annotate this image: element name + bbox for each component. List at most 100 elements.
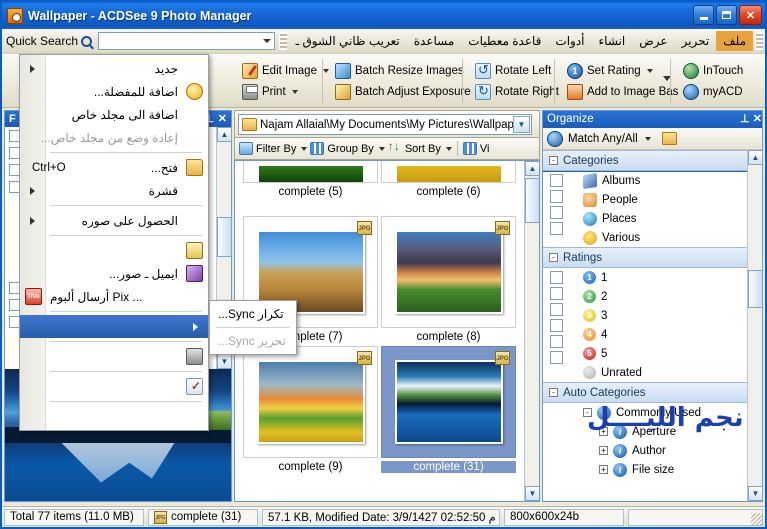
menu-item-help[interactable]: مساعدة bbox=[407, 31, 462, 51]
collapse-icon[interactable]: - bbox=[549, 156, 558, 165]
tree-item-people[interactable]: People bbox=[569, 190, 762, 209]
group-by-button[interactable]: Group By bbox=[310, 142, 385, 155]
submenu-item-repeat-sync[interactable]: تكرار Sync... bbox=[210, 303, 296, 325]
expand-icon[interactable]: + bbox=[599, 465, 608, 474]
scrollbar-thumb[interactable] bbox=[217, 217, 232, 257]
scroll-down-button[interactable]: ▼ bbox=[217, 354, 232, 369]
checkbox[interactable] bbox=[549, 190, 563, 203]
tree-item-rating-4[interactable]: 4 4 bbox=[569, 325, 762, 344]
menu-grip[interactable] bbox=[755, 32, 763, 50]
checkbox[interactable] bbox=[549, 271, 563, 284]
menu-item-acquire-image[interactable]: الحصول على صوره bbox=[20, 209, 208, 232]
menu-item-sync[interactable] bbox=[20, 315, 208, 338]
tree-item-various[interactable]: Various bbox=[569, 228, 762, 247]
checkbox[interactable] bbox=[549, 174, 563, 187]
menu-item-publish-to-tivo[interactable]: TiVo أرسال ألبوم Pix ... bbox=[20, 285, 208, 308]
thumbnail-image-selected[interactable]: JPG bbox=[381, 346, 516, 458]
menu-item-edit[interactable]: تحرير bbox=[675, 31, 717, 51]
menu-item-print[interactable] bbox=[20, 345, 208, 368]
checkbox[interactable] bbox=[549, 351, 563, 364]
scroll-up-button[interactable]: ▲ bbox=[748, 150, 763, 165]
add-to-image-basket-button[interactable]: Add to Image Bas bbox=[564, 83, 681, 101]
file-menu-dropdown[interactable]: جديد اضافة للمفضلة... اضافة الى مجلد خاص… bbox=[19, 54, 209, 431]
chevron-down-icon[interactable] bbox=[301, 146, 308, 151]
menu-item-open[interactable]: فتح... Ctrl+O bbox=[20, 156, 208, 179]
expand-icon[interactable]: + bbox=[599, 427, 608, 436]
view-button[interactable]: Vi bbox=[462, 142, 489, 155]
thumbnail-image[interactable] bbox=[243, 161, 378, 183]
group-header-auto-categories[interactable]: - Auto Categories bbox=[543, 382, 762, 403]
menu-item-create[interactable]: انشاء bbox=[592, 31, 633, 51]
chevron-down-icon[interactable] bbox=[262, 39, 271, 43]
new-folder-icon[interactable] bbox=[661, 132, 677, 145]
menu-item-database[interactable]: قاعدة معطيات bbox=[461, 31, 548, 51]
thumbnail-scrollbar[interactable]: ▲ ▼ bbox=[524, 161, 539, 501]
tree-item-author[interactable]: + i Author bbox=[569, 441, 762, 460]
checkbox[interactable] bbox=[549, 206, 563, 219]
scroll-up-button[interactable]: ▲ bbox=[217, 127, 232, 142]
tree-item-commonly-used[interactable]: - i Commonly Used bbox=[569, 403, 762, 422]
tree-item-file-size[interactable]: + i File size bbox=[569, 460, 762, 479]
tree-item-rating-2[interactable]: 2 2 bbox=[569, 287, 762, 306]
close-button[interactable]: ✕ bbox=[739, 5, 762, 25]
sort-by-button[interactable]: Sort By bbox=[388, 139, 452, 155]
scroll-up-button[interactable]: ▲ bbox=[525, 161, 539, 176]
checkbox[interactable] bbox=[549, 287, 563, 300]
tree-item-rating-unrated[interactable]: Unrated bbox=[569, 363, 762, 382]
tree-item-aperture[interactable]: + i Aperture bbox=[569, 422, 762, 441]
chevron-down-icon[interactable] bbox=[646, 68, 653, 73]
expand-icon[interactable]: + bbox=[599, 446, 608, 455]
edit-image-button[interactable]: Edit Image bbox=[239, 62, 332, 80]
collapse-icon[interactable]: - bbox=[549, 388, 558, 397]
maximize-button[interactable] bbox=[716, 5, 737, 25]
chevron-down-icon[interactable] bbox=[445, 146, 452, 151]
scroll-down-button[interactable]: ▼ bbox=[748, 486, 763, 501]
group-header-ratings[interactable]: - Ratings bbox=[543, 247, 762, 268]
rotate-right-button[interactable]: Rotate Right bbox=[472, 83, 562, 101]
group-header-categories[interactable]: - Categories bbox=[543, 150, 762, 172]
chevron-down-icon[interactable] bbox=[378, 146, 385, 151]
print-button[interactable]: Print bbox=[239, 83, 332, 101]
checkbox[interactable] bbox=[549, 222, 563, 235]
collapse-icon[interactable]: - bbox=[549, 253, 558, 262]
close-icon[interactable]: ✕ bbox=[753, 113, 762, 125]
menu-item-tools[interactable]: أدوات bbox=[548, 31, 591, 51]
menu-item-localization-credit[interactable]: تعريب ظاني الشوق ـ bbox=[289, 31, 407, 51]
tree-item-rating-1[interactable]: 1 1 bbox=[569, 268, 762, 287]
filter-by-button[interactable]: Filter By bbox=[239, 142, 308, 155]
thumbnail-item[interactable]: complete (6) bbox=[381, 161, 516, 198]
tree-item-places[interactable]: Places bbox=[569, 209, 762, 228]
batch-adjust-exposure-button[interactable]: Batch Adjust Exposure bbox=[332, 83, 474, 101]
myacd-button[interactable]: myACD bbox=[680, 83, 746, 101]
thumbnail-item[interactable]: JPG complete (9) bbox=[243, 346, 378, 473]
path-input[interactable]: Najam Allaial\My Documents\My Pictures\W… bbox=[238, 114, 532, 135]
thumbnail-image[interactable] bbox=[381, 161, 516, 183]
search-grip[interactable] bbox=[278, 32, 287, 50]
menu-item-add-to-private-folder[interactable]: اضافة الى مجلد خاص bbox=[20, 103, 208, 126]
checkbox[interactable] bbox=[549, 319, 563, 332]
thumbnail-item[interactable]: JPG complete (31) bbox=[381, 346, 516, 473]
organize-scrollbar[interactable]: ▲ ▼ bbox=[747, 150, 763, 501]
resize-grip[interactable] bbox=[751, 513, 763, 525]
menu-item-email-images[interactable] bbox=[20, 239, 208, 262]
rotate-left-button[interactable]: Rotate Left bbox=[472, 62, 562, 80]
thumbnail-item[interactable]: complete (5) bbox=[243, 161, 378, 198]
collapse-icon[interactable]: - bbox=[583, 408, 592, 417]
organize-tree[interactable]: - Categories Albums People Places Variou… bbox=[543, 150, 762, 501]
menu-item-file[interactable]: ملف bbox=[716, 31, 753, 51]
scrollbar-thumb[interactable] bbox=[525, 178, 539, 223]
menu-item-add-to-favorites[interactable]: اضافة للمفضلة... bbox=[20, 80, 208, 103]
menu-item-exit[interactable] bbox=[20, 405, 208, 428]
sync-submenu[interactable]: تكرار Sync... تحرير Sync... bbox=[209, 300, 297, 355]
tree-item-rating-5[interactable]: 5 5 bbox=[569, 344, 762, 363]
menu-item-properties[interactable] bbox=[20, 375, 208, 398]
menu-item-view[interactable]: عرض bbox=[632, 31, 674, 51]
thumbnail-image[interactable]: JPG bbox=[243, 346, 378, 458]
thumbnail-item[interactable]: JPG complete (8) bbox=[381, 216, 516, 343]
pin-icon[interactable]: ⊥ bbox=[740, 113, 750, 125]
menu-item-skin[interactable]: قشرة bbox=[20, 179, 208, 202]
minimize-button[interactable] bbox=[693, 5, 714, 25]
chevron-down-icon[interactable] bbox=[644, 136, 651, 141]
chevron-down-icon[interactable] bbox=[291, 89, 298, 94]
intouch-button[interactable]: InTouch bbox=[680, 62, 746, 80]
